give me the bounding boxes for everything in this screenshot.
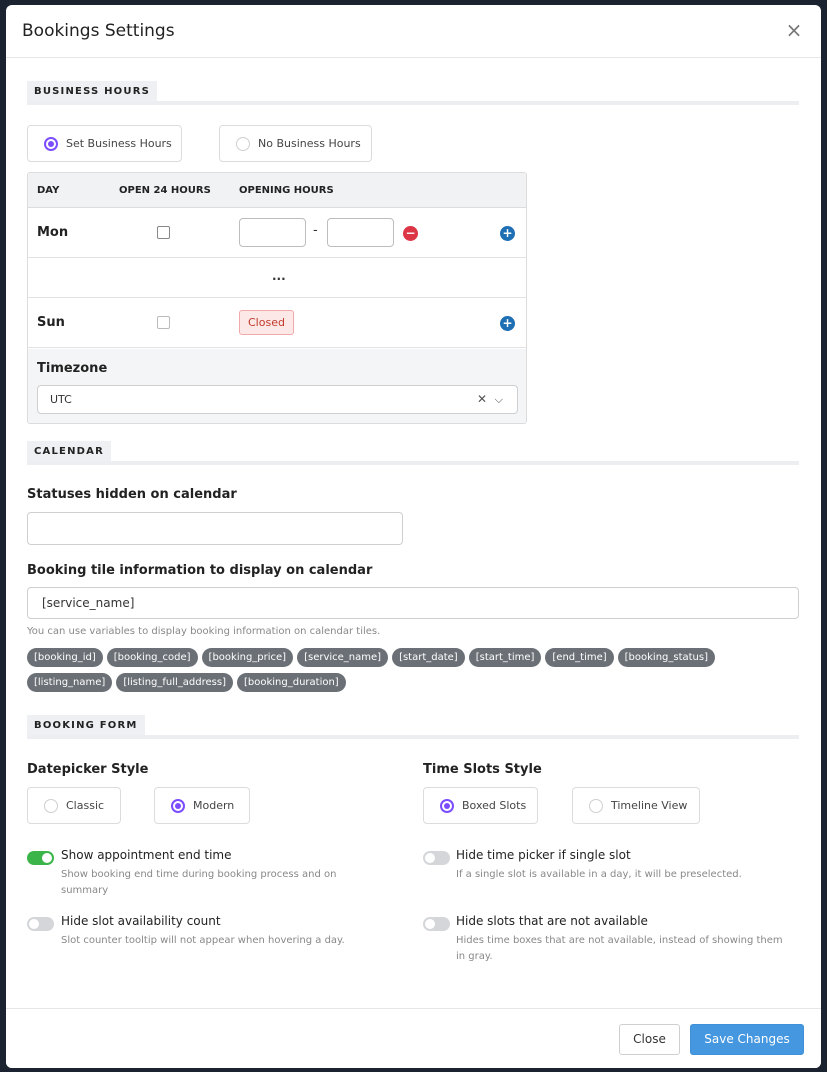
timeslots-timeline-option[interactable]: Timeline View: [572, 787, 700, 824]
hide-time-picker-toggle[interactable]: [423, 851, 450, 865]
option-label: Modern: [193, 799, 235, 812]
datepicker-style-label: Datepicker Style: [27, 762, 149, 777]
toggle-title: Hide slot availability count: [61, 914, 221, 928]
close-icon[interactable]: ×: [783, 19, 805, 41]
radio-selected-icon: [171, 798, 185, 813]
modal-title: Bookings Settings: [22, 21, 175, 41]
datepicker-classic-option[interactable]: Classic: [27, 787, 121, 824]
toggle-description: Hides time boxes that are not available,…: [456, 935, 783, 962]
toggle-title: Hide time picker if single slot: [456, 848, 631, 862]
remove-hours-icon[interactable]: −: [403, 226, 418, 241]
variable-chip[interactable]: [booking_id]: [27, 648, 103, 667]
calendar-section-header: CALENDAR: [27, 439, 799, 465]
booking-tile-label: Booking tile information to display on c…: [27, 563, 373, 578]
business-hours-title: BUSINESS HOURS: [27, 81, 157, 103]
timezone-select[interactable]: UTC ✕ ⌵: [37, 385, 518, 414]
radio-selected-icon: [44, 136, 58, 151]
option-label: Timeline View: [611, 799, 688, 812]
variable-chip[interactable]: [listing_full_address]: [116, 673, 233, 692]
option-label: No Business Hours: [258, 137, 361, 150]
day-label: Sun: [37, 315, 65, 330]
variable-chips: [booking_id] [booking_code] [booking_price…: [27, 648, 807, 698]
section-divider: [27, 101, 799, 105]
close-button[interactable]: Close: [619, 1024, 680, 1055]
radio-unselected-icon: [589, 798, 603, 813]
hide-unavailable-slots-toggle[interactable]: [423, 917, 450, 931]
variable-chip[interactable]: [booking_duration]: [236, 673, 346, 692]
toggle-title: Hide slots that are not available: [456, 914, 648, 928]
ellipsis-text: ...: [272, 269, 286, 283]
section-divider: [27, 461, 799, 465]
add-hours-icon[interactable]: +: [500, 226, 515, 241]
radio-unselected-icon: [44, 798, 58, 813]
table-header: DAY OPEN 24 HOURS OPENING HOURS: [28, 173, 526, 208]
time-slots-style-label: Time Slots Style: [423, 762, 542, 777]
table-row-mon: Mon - − +: [28, 208, 526, 258]
save-changes-button[interactable]: Save Changes: [690, 1024, 804, 1055]
show-end-time-toggle[interactable]: [27, 851, 54, 865]
clear-icon[interactable]: ✕: [477, 386, 487, 413]
modal-header: Bookings Settings ×: [6, 5, 821, 58]
chevron-down-icon[interactable]: ⌵: [495, 386, 503, 413]
booking-tile-input[interactable]: [service_name]: [27, 587, 799, 619]
variable-chip[interactable]: [end_time]: [545, 648, 614, 667]
day-label: Mon: [37, 225, 69, 240]
variable-chip[interactable]: [start_time]: [468, 648, 542, 667]
set-business-hours-option[interactable]: Set Business Hours: [27, 125, 182, 162]
booking-form-title: BOOKING FORM: [27, 715, 145, 737]
business-hours-table: DAY OPEN 24 HOURS OPENING HOURS Mon - − …: [27, 172, 527, 424]
open-24-checkbox[interactable]: [157, 316, 170, 329]
variable-chip[interactable]: [service_name]: [297, 648, 389, 667]
bookings-settings-modal: Bookings Settings × BUSINESS HOURS Set B…: [6, 5, 821, 1068]
time-separator: -: [313, 223, 318, 238]
option-label: Boxed Slots: [462, 799, 527, 812]
variable-chip[interactable]: [booking_status]: [617, 648, 716, 667]
variable-chip[interactable]: [booking_price]: [201, 648, 294, 667]
section-divider: [27, 735, 799, 739]
booking-form-section-header: BOOKING FORM: [27, 713, 799, 739]
toggle-description: Show booking end time during booking pro…: [61, 869, 337, 896]
statuses-hidden-input[interactable]: [27, 512, 403, 545]
variable-chip[interactable]: [listing_name]: [27, 673, 113, 692]
option-label: Set Business Hours: [66, 137, 172, 150]
table-row-ellipsis: ...: [28, 258, 526, 298]
toggle-title: Show appointment end time: [61, 848, 232, 862]
timezone-value: UTC: [50, 393, 72, 406]
radio-unselected-icon: [236, 136, 250, 151]
toggle-description: Slot counter tooltip will not appear whe…: [61, 935, 345, 946]
add-hours-icon[interactable]: +: [500, 316, 515, 331]
tile-help-text: You can use variables to display booking…: [27, 626, 381, 637]
opening-time-input[interactable]: [239, 218, 306, 247]
variable-chip[interactable]: [start_date]: [392, 648, 465, 667]
closed-badge: Closed: [239, 310, 294, 335]
calendar-title: CALENDAR: [27, 441, 111, 463]
business-hours-section-header: BUSINESS HOURS: [27, 79, 799, 105]
option-label: Classic: [66, 799, 105, 812]
closing-time-input[interactable]: [327, 218, 394, 247]
open-24-checkbox[interactable]: [157, 226, 170, 239]
timeslots-boxed-option[interactable]: Boxed Slots: [423, 787, 538, 824]
datepicker-modern-option[interactable]: Modern: [154, 787, 250, 824]
hide-slot-count-toggle[interactable]: [27, 917, 54, 931]
timezone-area: Timezone UTC ✕ ⌵: [28, 349, 526, 423]
col-open-24: OPEN 24 HOURS: [119, 185, 211, 196]
modal-footer: Close Save Changes: [6, 1008, 821, 1068]
col-day: DAY: [37, 185, 60, 196]
timezone-label: Timezone: [37, 361, 108, 376]
radio-selected-icon: [440, 798, 454, 813]
table-row-sun: Sun Closed +: [28, 298, 526, 348]
statuses-hidden-label: Statuses hidden on calendar: [27, 487, 237, 502]
col-opening-hours: OPENING HOURS: [239, 185, 334, 196]
no-business-hours-option[interactable]: No Business Hours: [219, 125, 372, 162]
toggle-description: If a single slot is available in a day, …: [456, 869, 742, 880]
variable-chip[interactable]: [booking_code]: [106, 648, 198, 667]
